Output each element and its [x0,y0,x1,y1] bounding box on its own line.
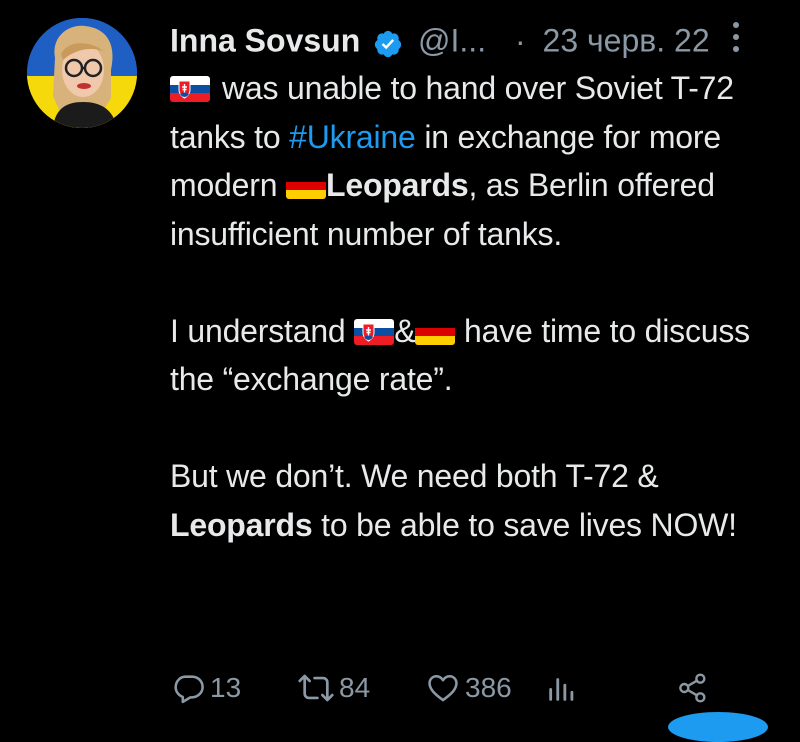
tweet-paragraph-1: was unable to hand over Soviet T-72 tank… [170,64,780,258]
ampersand: & [394,312,416,349]
tweet-text-segment: to be able to save lives NOW! [312,506,737,543]
share-icon [679,673,706,703]
avatar[interactable] [27,18,137,128]
retweet-icon [298,674,334,702]
slovakia-flag-icon [170,76,210,102]
tweet[interactable]: Inna Sovsun @I... · 23 черв. 22 was unab… [0,0,800,742]
germany-flag-icon [286,173,326,199]
slovakia-flag-icon [354,318,395,345]
compose-fab-edge[interactable] [668,712,768,742]
tweet-text-segment: I understand [170,312,355,349]
share-button[interactable] [677,665,709,711]
verified-badge-icon [373,24,403,57]
views-icon [549,678,574,701]
tweet-actions: 13 84 386 [172,665,732,711]
tweet-text: was unable to hand over Soviet T-72 tank… [170,64,780,549]
tweet-text-bold: Leopards [326,167,469,203]
more-vertical-icon[interactable] [730,20,742,54]
tweet-paragraph-2: I understand & have time to discuss the … [170,307,780,404]
like-button[interactable]: 386 [425,665,512,711]
avatar-image [27,18,137,128]
retweet-count: 84 [339,672,371,703]
views-button[interactable] [545,665,579,711]
author-name[interactable]: Inna Sovsun [170,23,360,59]
tweet-paragraph-3: But we don’t. We need both T-72 & Leopar… [170,452,780,549]
hashtag-ukraine-link[interactable]: #Ukraine [289,119,416,155]
germany-flag-icon [415,318,456,345]
reply-button[interactable]: 13 [172,665,241,711]
like-count: 386 [465,672,512,703]
tweet-text-bold: Leopards [170,506,313,543]
tweet-text-segment: But we don’t. We need both T-72 & [170,458,659,494]
author-handle[interactable]: @I... [418,23,486,59]
tweet-header: Inna Sovsun @I... · 23 черв. 22 [170,14,780,62]
reply-icon [174,675,204,704]
retweet-button[interactable]: 84 [297,665,370,711]
meta-separator: · [514,22,526,59]
reply-count: 13 [210,672,242,703]
heart-icon [428,674,458,702]
tweet-date[interactable]: 23 черв. 22 [543,23,710,59]
